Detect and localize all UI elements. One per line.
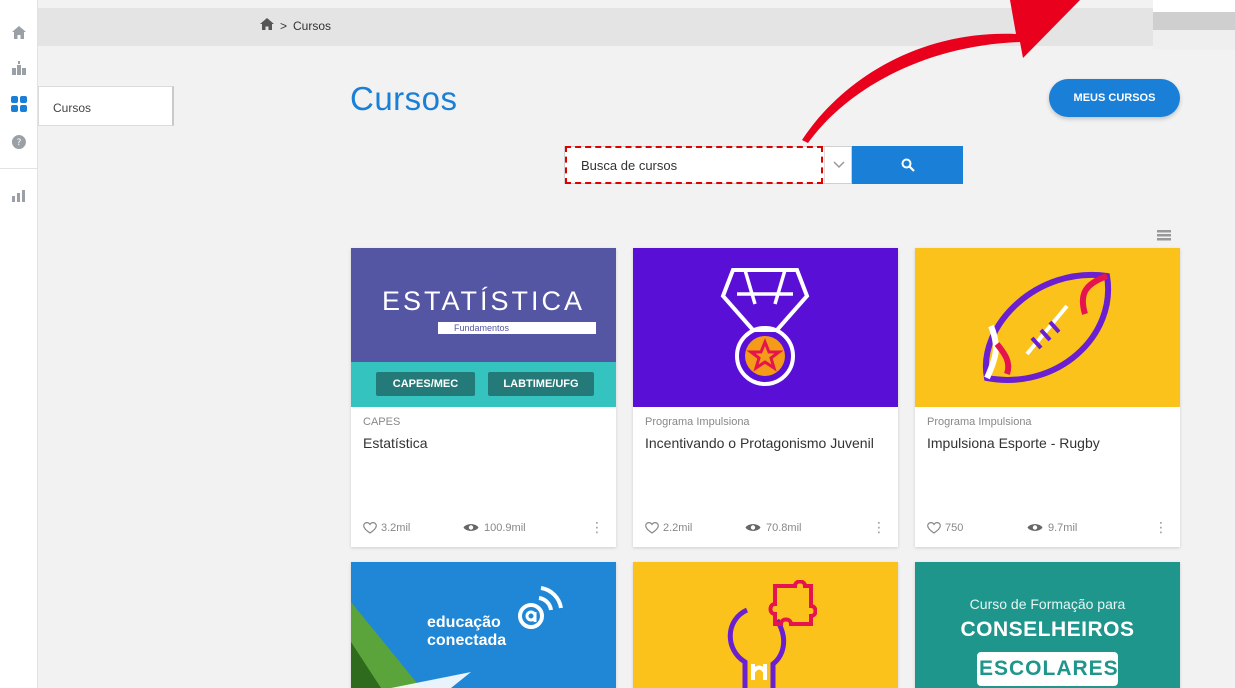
eye-icon: [463, 524, 479, 531]
view-count: 100.9mil: [484, 521, 526, 534]
courses-grid-icon[interactable]: [9, 94, 29, 114]
rugby-ball-icon: [982, 271, 1112, 383]
rail-divider: [0, 168, 38, 169]
medal-icon: [720, 268, 810, 386]
view-count: 9.7mil: [1048, 521, 1078, 534]
more-options-icon[interactable]: ⋮: [872, 519, 886, 536]
course-card-educacao-conectada[interactable]: educação conectada: [351, 562, 616, 688]
like-count: 3.2mil: [381, 521, 411, 534]
course-category: Programa Impulsiona: [927, 416, 1032, 428]
course-card-image: [633, 248, 898, 407]
heart-icon: [363, 521, 377, 534]
card-image-heading: ESTATÍSTICA: [381, 286, 585, 316]
annotation-arrow: [802, 0, 1080, 143]
like-count: 750: [945, 521, 964, 534]
course-category: CAPES: [363, 416, 401, 428]
views-info: 100.9mil: [463, 522, 590, 534]
course-card-image: educação conectada: [351, 562, 616, 688]
views-info: 9.7mil: [1027, 522, 1154, 534]
help-icon[interactable]: ?: [9, 132, 29, 152]
course-card-image: [633, 562, 898, 688]
course-title: Impulsiona Esporte - Rugby: [927, 435, 1100, 451]
course-card-protagonismo[interactable]: Programa Impulsiona Incentivando o Prota…: [633, 248, 898, 547]
card-image-line3: ESCOLARES: [977, 652, 1118, 686]
card-image-line1: educação: [427, 614, 501, 631]
eye-icon: [745, 524, 761, 531]
breadcrumb-separator: >: [280, 18, 288, 33]
corner-decoration: [1153, 0, 1235, 50]
breadcrumb: > Cursos: [260, 18, 331, 33]
at-wifi-icon: [518, 586, 563, 629]
course-title: Incentivando o Protagonismo Juvenil: [645, 435, 874, 451]
course-card-puzzle[interactable]: [633, 562, 898, 688]
search-icon: [901, 158, 915, 172]
course-card-rugby[interactable]: Programa Impulsiona Impulsiona Esporte -…: [915, 248, 1180, 547]
course-category: Programa Impulsiona: [645, 416, 750, 428]
svg-text:?: ?: [17, 138, 22, 148]
course-card-estatistica[interactable]: ESTATÍSTICA Fundamentos CAPES/MEC LABTIM…: [351, 248, 616, 547]
page-title: Cursos: [350, 80, 458, 117]
course-card-image: ESTATÍSTICA Fundamentos CAPES/MEC LABTIM…: [351, 248, 616, 407]
home-icon[interactable]: [9, 22, 29, 42]
like-button[interactable]: 750: [927, 522, 1027, 534]
eye-icon: [1027, 524, 1043, 531]
course-title: Estatística: [363, 435, 428, 451]
card-image-subheading: Fundamentos: [438, 322, 596, 334]
more-options-icon[interactable]: ⋮: [1154, 519, 1168, 536]
card-image-line1: Curso de Formação para: [969, 596, 1126, 612]
view-count: 70.8mil: [766, 521, 802, 534]
like-button[interactable]: 3.2mil: [363, 522, 463, 534]
course-card-conselheiros[interactable]: Curso de Formação para CONSELHEIROS ESCO…: [915, 562, 1180, 688]
course-card-image: [915, 248, 1180, 407]
like-button[interactable]: 2.2mil: [645, 522, 745, 534]
heart-icon: [645, 521, 659, 534]
card-image-tag: CAPES/MEC: [376, 372, 475, 396]
breadcrumb-current: Cursos: [293, 18, 332, 33]
puzzle-lightbulb-icon: [727, 580, 817, 688]
more-options-icon[interactable]: ⋮: [590, 519, 604, 536]
heart-icon: [927, 521, 941, 534]
search-input[interactable]: [565, 147, 815, 183]
card-image-line2: CONSELHEIROS: [960, 618, 1135, 641]
like-count: 2.2mil: [663, 521, 693, 534]
left-nav-rail: ?: [0, 0, 38, 688]
sidebar-item-label: Cursos: [53, 101, 92, 115]
breadcrumb-home-icon[interactable]: [260, 18, 274, 33]
sidebar-item-cursos[interactable]: Cursos: [38, 86, 174, 126]
card-image-tag: LABTIME/UFG: [488, 372, 594, 396]
course-card-image: Curso de Formação para CONSELHEIROS ESCO…: [915, 562, 1180, 688]
card-image-line2: conectada: [427, 632, 507, 649]
reports-chart-icon[interactable]: [9, 186, 29, 206]
views-info: 70.8mil: [745, 522, 872, 534]
school-icon[interactable]: [9, 58, 29, 78]
list-view-icon[interactable]: [1157, 228, 1171, 246]
